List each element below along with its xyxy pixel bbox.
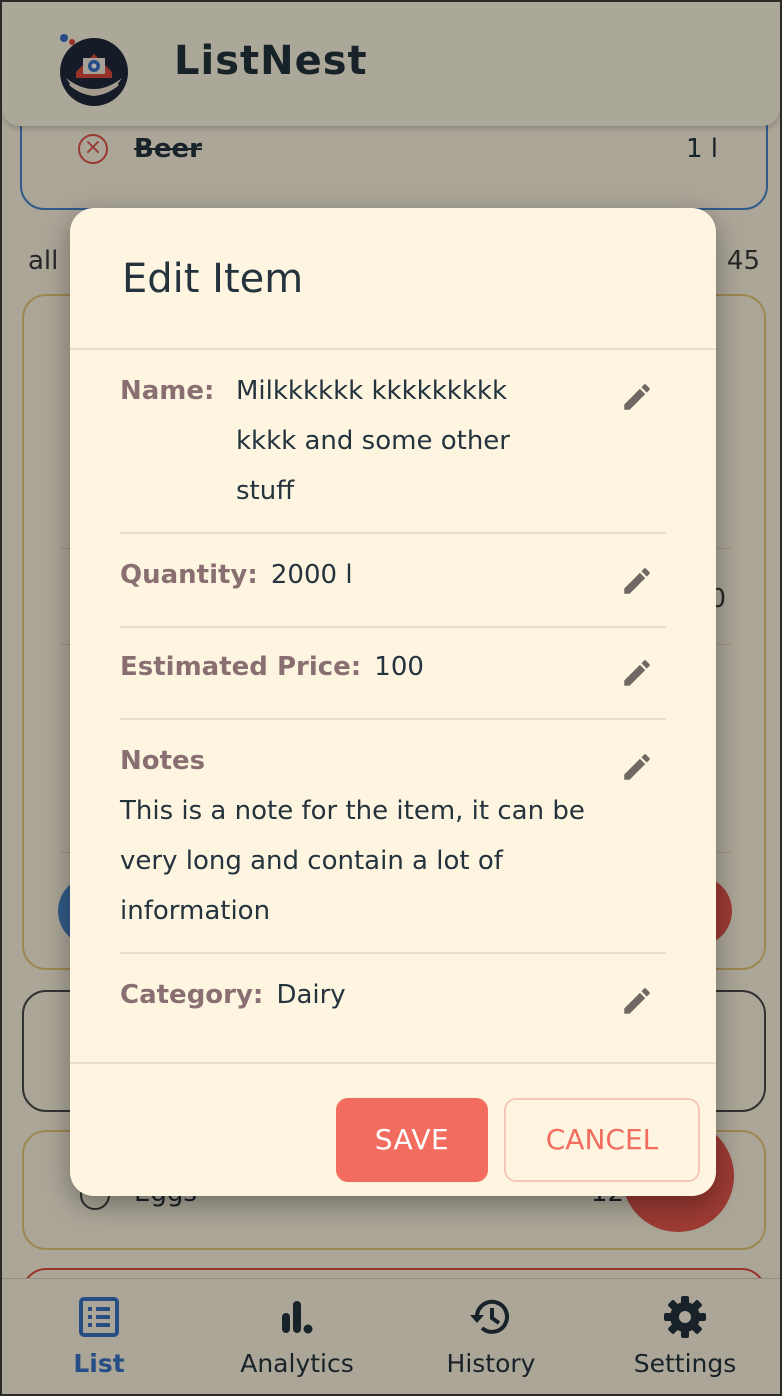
price-field: Estimated Price: 100: [120, 642, 620, 695]
quantity-field: Quantity: 2000 l: [120, 550, 620, 603]
category-value: Dairy: [276, 980, 346, 1010]
notes-value: This is a note for the item, it can be v…: [120, 796, 585, 926]
divider: [120, 626, 666, 628]
price-value: 100: [374, 652, 424, 682]
app-screen: × Beer 1 l all 45 0 Eggs 12: [2, 2, 780, 1394]
category-field: Category: Dairy: [120, 970, 620, 1023]
notes-field: Notes This is a note for the item, it ca…: [120, 736, 590, 936]
notes-label: Notes: [120, 746, 206, 776]
divider: [70, 348, 716, 350]
divider: [70, 1062, 716, 1064]
divider: [120, 952, 666, 954]
divider: [120, 532, 666, 534]
edit-quantity-icon[interactable]: [620, 564, 654, 598]
category-label: Category:: [120, 980, 264, 1010]
divider: [120, 718, 666, 720]
name-value: Milkkkkkk kkkkkkkkk kkkk and some other …: [236, 376, 510, 506]
price-label: Estimated Price:: [120, 652, 362, 682]
name-label: Name:: [120, 376, 215, 406]
cancel-button[interactable]: CANCEL: [504, 1098, 700, 1182]
dialog-title: Edit Item: [122, 256, 304, 302]
edit-notes-icon[interactable]: [620, 750, 654, 784]
edit-category-icon[interactable]: [620, 984, 654, 1018]
edit-price-icon[interactable]: [620, 656, 654, 690]
quantity-value: 2000 l: [270, 560, 353, 590]
save-button[interactable]: SAVE: [336, 1098, 488, 1182]
quantity-label: Quantity:: [120, 560, 258, 590]
edit-item-dialog: Edit Item Name: Milkkkkkk kkkkkkkkk kkkk…: [70, 208, 716, 1196]
edit-name-icon[interactable]: [620, 380, 654, 414]
